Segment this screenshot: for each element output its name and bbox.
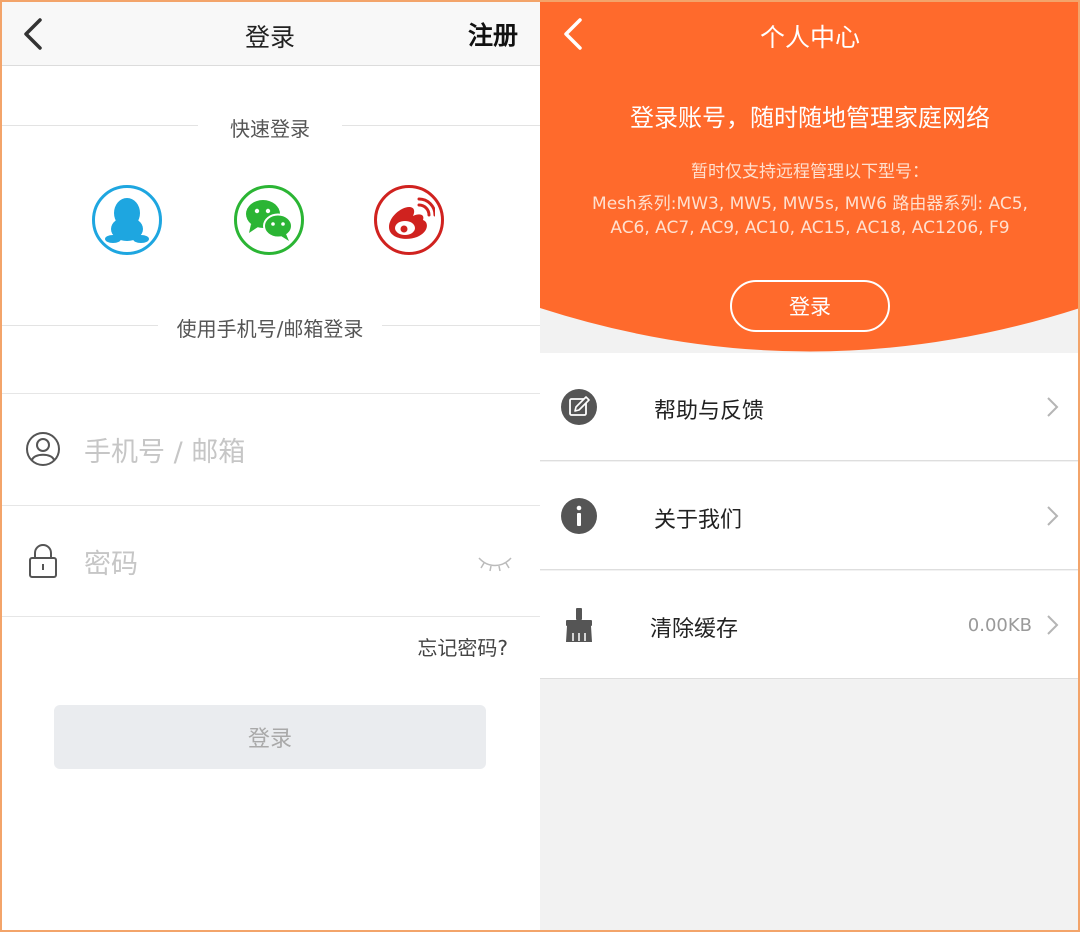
chevron-right-icon: [1047, 397, 1059, 417]
phone-email-row: [0, 393, 540, 505]
qq-login-button[interactable]: [92, 185, 162, 255]
lock-icon: [29, 544, 57, 578]
password-row: [0, 505, 540, 617]
login-nav-bar: 登录 注册: [0, 0, 540, 66]
cache-size-value: 0.00KB: [967, 615, 1032, 636]
profile-screen: 个人中心 登录账号，随时随地管理家庭网络 暂时仅支持远程管理以下型号： Mesh…: [540, 0, 1080, 932]
menu-item-about-us[interactable]: 关于我们: [540, 462, 1080, 570]
chevron-right-icon: [1047, 615, 1059, 635]
page-title: 个人中心: [759, 23, 860, 52]
headline: 登录账号，随时随地管理家庭网络: [630, 104, 990, 132]
qq-icon: [105, 198, 149, 243]
info-icon: [561, 498, 597, 534]
weibo-icon: [389, 197, 435, 239]
password-input[interactable]: [84, 544, 464, 584]
eye-closed-icon[interactable]: [476, 554, 514, 574]
weibo-login-button[interactable]: [374, 185, 444, 255]
login-button[interactable]: 登录: [54, 705, 486, 769]
login-screen: 登录 注册 快速登录 使用手机号/邮箱登录 手机号 / 邮箱 忘记密码? 登录: [0, 0, 540, 932]
broom-icon: [566, 608, 592, 642]
profile-login-button[interactable]: 登录: [730, 280, 890, 332]
edit-icon: [561, 389, 597, 425]
chevron-right-icon: [1047, 506, 1059, 526]
forgot-password-link[interactable]: 忘记密码?: [417, 632, 508, 661]
wechat-login-button[interactable]: [234, 185, 304, 255]
phone-login-label: 使用手机号/邮箱登录: [176, 317, 364, 341]
menu-item-clear-cache[interactable]: 清除缓存 0.00KB: [540, 571, 1080, 679]
wechat-icon: [246, 200, 293, 241]
phone-email-input[interactable]: [84, 432, 464, 472]
menu-item-label: 帮助与反馈: [654, 399, 765, 424]
page-title: 登录: [244, 23, 295, 52]
supported-models-line1: Mesh系列:MW3, MW5, MW5s, MW6 路由器系列: AC5,: [592, 194, 1028, 214]
menu-item-help-feedback[interactable]: 帮助与反馈: [540, 353, 1080, 461]
user-icon: [26, 432, 60, 466]
quick-login-label: 快速登录: [230, 117, 310, 141]
register-button[interactable]: 注册: [468, 16, 518, 52]
menu-item-label: 清除缓存: [650, 617, 739, 642]
support-note: 暂时仅支持远程管理以下型号：: [691, 162, 929, 182]
menu-item-label: 关于我们: [654, 508, 743, 533]
supported-models-line2: AC6, AC7, AC9, AC10, AC15, AC18, AC1206,…: [610, 218, 1010, 238]
